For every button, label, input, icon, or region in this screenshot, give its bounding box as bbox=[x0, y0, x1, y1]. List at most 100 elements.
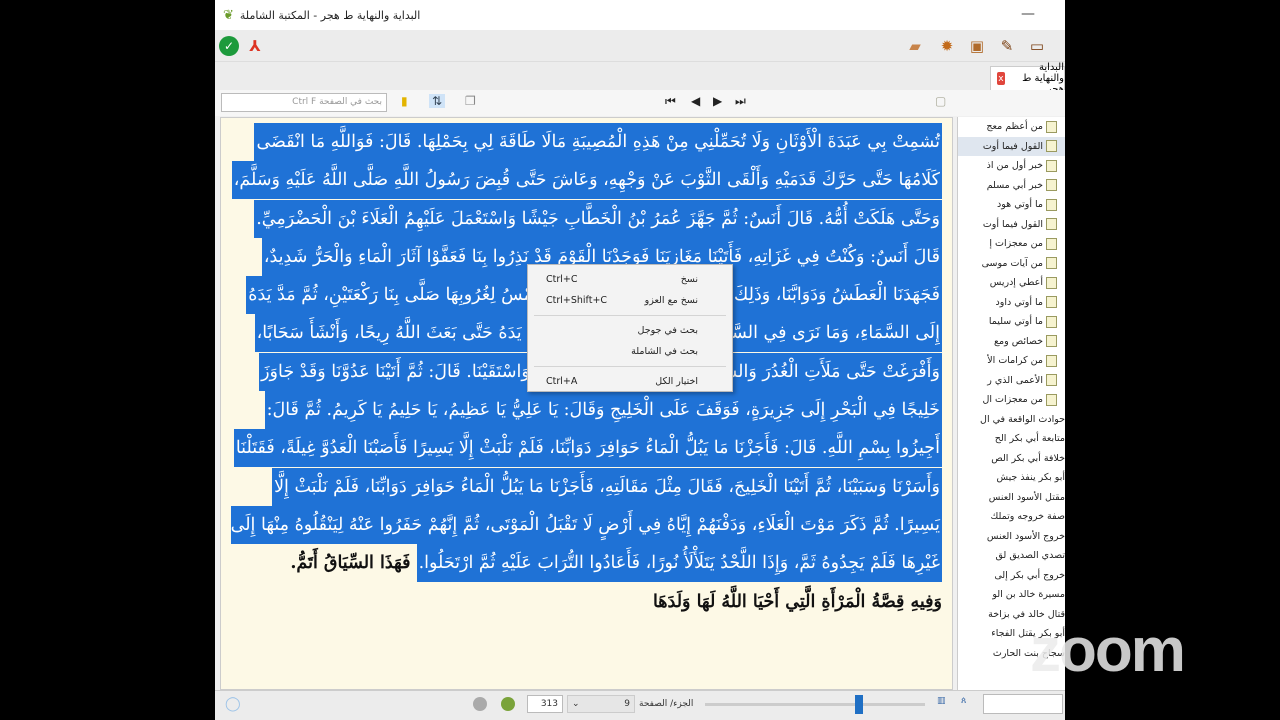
toc-item[interactable]: مسيرة خالد بن الو bbox=[958, 585, 1065, 605]
book-text-pane[interactable]: تُشمِتْ بِي عَبَدَةَ الْأَوْثَانِ وَلَا … bbox=[220, 117, 953, 690]
next-page-button[interactable]: ▶ bbox=[713, 94, 722, 108]
document-icon bbox=[1046, 315, 1057, 328]
pdf-icon[interactable]: ⅄ bbox=[245, 36, 265, 56]
document-icon bbox=[1046, 198, 1057, 211]
table-of-contents: من أعظم معج القول فيما أوت خبر أول من اذ خب… bbox=[957, 117, 1065, 690]
toc-item-label: القول فيما أوت bbox=[982, 140, 1043, 152]
toc-item[interactable]: متابعة أبي بكر الح bbox=[958, 429, 1065, 449]
toc-item[interactable]: خلافة أبي بكر الص bbox=[958, 449, 1065, 469]
toc-item[interactable]: من معجزات إ bbox=[958, 234, 1065, 254]
text-line[interactable]: خَلِيجًا فِي الْبَحْرِ إِلَى جَزِيرَةٍ، … bbox=[264, 391, 942, 430]
text-line[interactable]: كَلَامُهَا حَتَّى حَرَّكَ قَدَمَيْهِ وَأ… bbox=[231, 161, 942, 200]
toc-item[interactable]: ما أوتي داود bbox=[958, 293, 1065, 313]
text-line[interactable]: أَجِيزُوا بِسْمِ اللَّهِ. قَالَ: فَأَجَز… bbox=[233, 429, 942, 468]
document-icon bbox=[1046, 140, 1057, 153]
menu-label: نسخ مع العزو bbox=[644, 295, 698, 306]
sidebar-search-input[interactable] bbox=[983, 694, 1063, 714]
check-icon[interactable]: ✓ bbox=[219, 36, 239, 56]
menu-separator bbox=[534, 315, 726, 316]
toc-item-label: خصائص ومع bbox=[993, 335, 1043, 347]
toc-item-label: من معجزات ال bbox=[982, 394, 1043, 406]
tab-bar: البداية والنهاية ط هجر x bbox=[215, 62, 1065, 95]
toc-item[interactable]: أبو بكر ينفذ جيش bbox=[958, 468, 1065, 488]
toc-item-label: ما أوتي داود bbox=[995, 296, 1044, 308]
toc-item[interactable]: خبر أبي مسلم bbox=[958, 176, 1065, 196]
text-line[interactable]: غَيْرِهَا فَلَمْ يَجِدُوهُ ثَمَّ، وَإِذَ… bbox=[416, 544, 942, 583]
menu-item-select-all[interactable]: Ctrl+A اختيار الكل bbox=[528, 371, 732, 392]
shortcut: Ctrl+A bbox=[546, 376, 578, 387]
pen-icon[interactable]: ✎ bbox=[997, 36, 1017, 56]
menu-label: بحث في جوجل bbox=[637, 325, 698, 336]
forward-circle-icon[interactable] bbox=[501, 697, 515, 711]
toc-item-label: الأعمى الذي ر bbox=[987, 374, 1043, 386]
note-icon[interactable]: ▢ bbox=[935, 94, 946, 108]
toc-item[interactable]: القول فيما أوت bbox=[958, 215, 1065, 235]
text-line[interactable]: تُشمِتْ بِي عَبَدَةَ الْأَوْثَانِ وَلَا … bbox=[254, 123, 942, 161]
document-icon bbox=[1046, 257, 1057, 270]
toc-item[interactable]: من كرامات الأ bbox=[958, 351, 1065, 371]
gear-icon[interactable]: ✹ bbox=[937, 36, 957, 56]
prev-page-button[interactable]: ◀ bbox=[691, 94, 700, 108]
toc-item[interactable]: صفة خروجه وتملك bbox=[958, 507, 1065, 527]
last-page-button[interactable]: ⏭ bbox=[735, 94, 746, 109]
text-line-tail[interactable]: فَهَذَا السِّيَاقُ أَتَمُّ. bbox=[290, 553, 416, 573]
text-line[interactable]: يَسِيرًا. ثُمَّ ذَكَرَ مَوْتَ الْعَلَاءِ… bbox=[231, 505, 942, 544]
toc-item[interactable]: تصدي الصديق لق bbox=[958, 546, 1066, 566]
toc-item[interactable]: خروج الأسود العنس bbox=[958, 527, 1065, 547]
toc-item[interactable]: الأعمى الذي ر bbox=[958, 371, 1065, 391]
slider-thumb[interactable] bbox=[855, 695, 863, 714]
page-search-input[interactable]: بحث في الصفحة Ctrl F bbox=[221, 93, 387, 112]
chat-icon[interactable]: ◯ bbox=[225, 696, 241, 712]
menu-item-search-google[interactable]: بحث في جوجل bbox=[528, 320, 732, 341]
menu-item-copy[interactable]: Ctrl+C نسخ bbox=[528, 269, 732, 290]
document-icon bbox=[1046, 218, 1057, 231]
part-select[interactable]: ⌄ 9 bbox=[567, 695, 635, 713]
toc-item-label: من آيات موسى bbox=[981, 257, 1043, 269]
bookmark-icon[interactable]: ▮ bbox=[401, 94, 408, 108]
toc-item[interactable]: مقتل الأسود العنس bbox=[958, 488, 1065, 508]
shortcut: Ctrl+C bbox=[546, 274, 578, 285]
toc-item-label: من أعظم معج bbox=[986, 121, 1043, 133]
toc-item[interactable]: أعطي إدريس bbox=[958, 273, 1065, 293]
edit-icon[interactable]: ▭ bbox=[1027, 36, 1047, 56]
part-page-label: الجزء/ الصفحة bbox=[639, 699, 694, 709]
back-circle-icon[interactable] bbox=[473, 697, 487, 711]
toc-item[interactable]: خصائص ومع bbox=[958, 332, 1065, 352]
copy-icon[interactable]: ❐ bbox=[465, 94, 476, 108]
book-icon[interactable]: ▰ bbox=[905, 36, 925, 56]
close-icon[interactable]: x bbox=[997, 72, 1005, 85]
text-line[interactable]: وَأَسَرْنَا وَسَبَيْنَا، ثُمَّ أَتَيْنَا… bbox=[272, 467, 942, 506]
app-window: ❦ البداية والنهاية ط هجر - المكتبة الشام… bbox=[215, 0, 1065, 720]
toc-item[interactable]: من معجزات ال bbox=[958, 390, 1065, 410]
app-logo-icon: ❦ bbox=[223, 7, 234, 23]
toc-item-label: خبر أول من اذ bbox=[986, 160, 1043, 172]
image-icon[interactable]: ▣ bbox=[967, 36, 987, 56]
menu-item-search-shamela[interactable]: بحث في الشاملة bbox=[528, 341, 732, 362]
shortcut: Ctrl+Shift+C bbox=[546, 295, 608, 306]
tab-book[interactable]: البداية والنهاية ط هجر x bbox=[990, 62, 1065, 95]
toc-item[interactable]: القول فيما أوت bbox=[958, 136, 1065, 156]
first-page-button[interactable]: ⏮ bbox=[665, 94, 676, 109]
page-slider[interactable] bbox=[705, 695, 925, 714]
toc-item[interactable]: خروج أبي بكر إلى bbox=[958, 566, 1065, 586]
zoom-watermark: zoom bbox=[1030, 616, 1186, 685]
toc-item[interactable]: من أعظم معج bbox=[958, 117, 1065, 137]
section-heading[interactable]: وَفِيهِ قِصَّةُ الْمَرْأَةِ الَّتِي أَحْ… bbox=[231, 583, 942, 621]
toc-item[interactable]: ما أوتي سليما bbox=[958, 312, 1065, 332]
document-icon bbox=[1046, 276, 1057, 289]
text-line[interactable]: وَحَتَّى هَلَكَتْ أُمُّهُ. قَالَ أَنَسٌ:… bbox=[254, 199, 942, 238]
columns-icon[interactable]: ▥ bbox=[937, 696, 946, 706]
toc-item[interactable]: خبر أول من اذ bbox=[958, 156, 1065, 176]
menu-label: نسخ bbox=[680, 274, 698, 285]
menu-item-copy-with-citation[interactable]: Ctrl+Shift+C نسخ مع العزو bbox=[528, 290, 732, 311]
binoculars-icon[interactable]: ጰ bbox=[961, 696, 966, 706]
page-number-input[interactable]: 313 bbox=[527, 695, 563, 713]
document-icon bbox=[1046, 354, 1057, 367]
toolbar: ✓ ⅄ ▰ ✹ ▣ ✎ ▭ bbox=[215, 30, 1065, 62]
toc-item[interactable]: من آيات موسى bbox=[958, 254, 1065, 274]
sync-icon[interactable]: ⇅ bbox=[429, 94, 446, 108]
minimize-button[interactable]: — bbox=[1021, 6, 1035, 22]
toc-item[interactable]: ما أوتي هود bbox=[958, 195, 1065, 215]
toc-item-label: القول فيما أوت bbox=[982, 218, 1043, 230]
toc-item[interactable]: حوادث الواقعة في ال bbox=[958, 410, 1065, 430]
